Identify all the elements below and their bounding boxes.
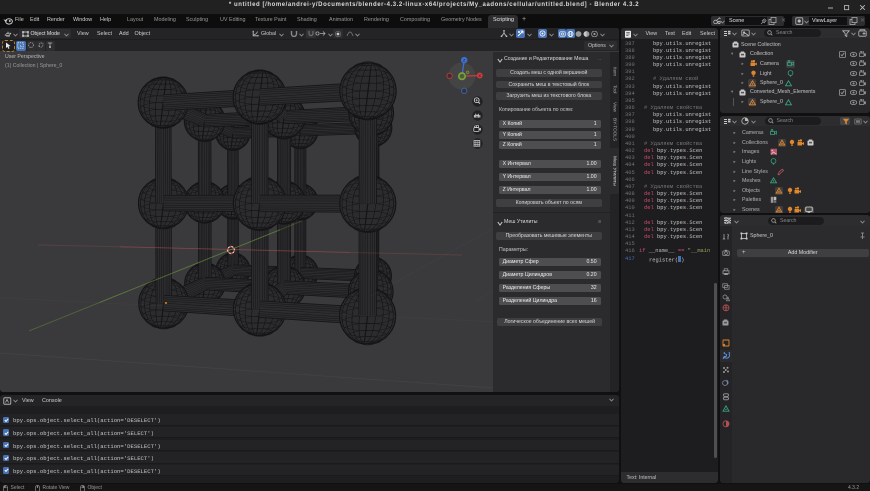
- svg-text:X: X: [478, 73, 481, 78]
